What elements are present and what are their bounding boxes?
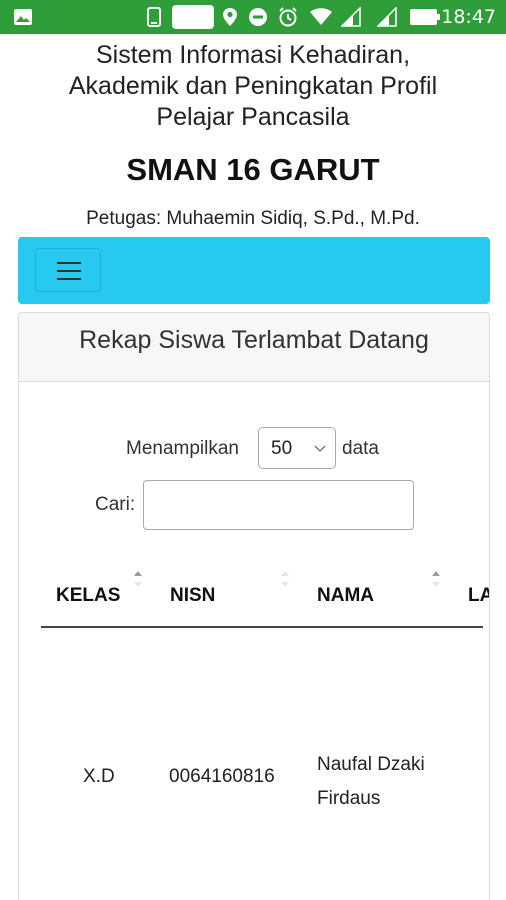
card-title: Rekap Siswa Terlambat Datang [79,326,429,354]
site-title-line-1: Sistem Informasi Kehadiran, [95,41,411,69]
site-title-line-2: Akademik dan Peningkatan Profil [68,72,438,100]
navbar [18,237,490,304]
cell-nama-line-1: Naufal Dzaki [317,754,425,775]
signal-icon [340,7,362,27]
alarm-icon [277,7,299,27]
site-title: Sistem Informasi Kehadiran, Akademik dan… [0,40,506,133]
image-icon [12,7,34,27]
site-title-line-3: Pelajar Pancasila [156,103,350,131]
page-length-value: 50 [271,438,293,459]
notification-box-icon [172,5,214,29]
hamburger-icon [57,262,81,264]
column-header-kelas[interactable]: KELAS [56,585,120,607]
hamburger-icon-line [57,278,81,280]
cell-kelas: X.D [83,766,115,787]
column-header-nisn[interactable]: NISN [170,585,215,607]
cell-nama: Naufal Dzaki Firdaus [317,748,425,816]
column-header-la[interactable]: LA [468,585,489,607]
sort-icon [133,569,143,589]
sort-icon [280,569,290,589]
cell-nisn: 0064160816 [169,766,275,787]
search-label: Cari: [95,494,136,515]
late-students-card: Rekap Siswa Terlambat Datang Menampilkan… [18,312,490,900]
wifi-icon [308,7,334,27]
late-students-table: KELAS NISN NAMA LA X.D 0064160816 Naufal… [41,563,489,900]
status-bar: 18:47 [0,0,506,34]
page-length-control: Menampilkan 50 data [19,427,489,469]
search-control: Cari: [19,480,489,530]
school-name: SMAN 16 GARUT [126,152,380,187]
card-header: Rekap Siswa Terlambat Datang [19,313,489,382]
sort-icon [431,569,441,589]
cell-nama-line-2: Firdaus [317,788,381,809]
do-not-disturb-icon [247,7,269,27]
search-input[interactable] [143,480,414,530]
page-length-suffix: data [342,438,379,459]
location-icon [220,7,240,27]
clock-time: 18:47 [441,6,496,28]
page-length-label: Menampilkan [126,438,239,459]
signal-icon-2 [376,7,398,27]
chevron-down-icon [314,441,326,459]
navbar-toggle-button[interactable] [35,248,101,292]
officer-name: Petugas: Muhaemin Sidiq, S.Pd., M.Pd. [86,208,420,229]
battery-icon [409,7,441,27]
page-length-select[interactable]: 50 [258,427,336,469]
hamburger-icon-line [57,270,81,272]
phone-icon [144,7,164,27]
table-header-divider [41,626,483,628]
column-header-nama[interactable]: NAMA [317,585,374,607]
